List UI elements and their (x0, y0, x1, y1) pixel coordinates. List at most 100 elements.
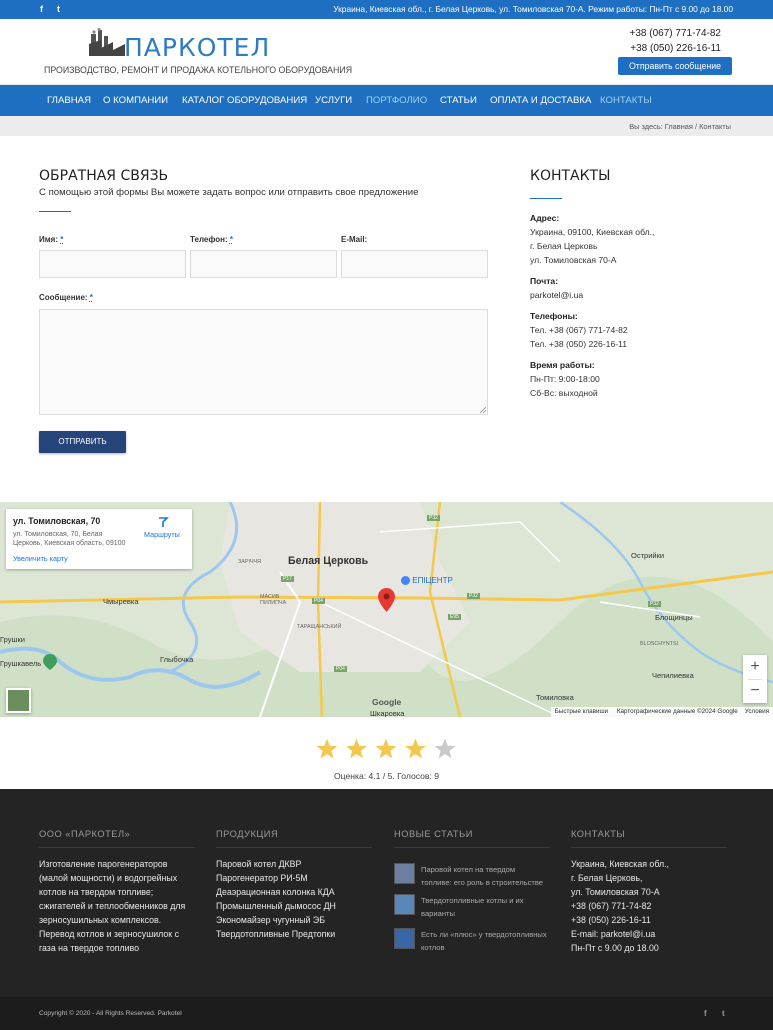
nav-item-about[interactable]: О КОМПАНИИ (103, 95, 168, 106)
directions-icon[interactable] (157, 516, 169, 528)
nav-item-services[interactable]: УСЛУГИ (315, 95, 352, 106)
nav-item-catalog[interactable]: КАТАЛОГ ОБОРУДОВАНИЯ (182, 95, 307, 106)
map-attribution: Быстрые клавиши Картографические данные … (550, 707, 773, 717)
factory-logo-icon[interactable] (89, 28, 125, 60)
mail-value[interactable]: parkotel@i.ua (530, 290, 583, 300)
footer-product-link[interactable]: Твердотопливные Предтопки (216, 927, 376, 941)
keyboard-shortcuts-link[interactable]: Быстрые клавиши (555, 708, 608, 715)
map-road-label: P04 (334, 666, 347, 672)
submit-button[interactable]: ОТПРАВИТЬ (39, 431, 126, 453)
logo-text[interactable]: ПАРКОТЕЛ (124, 33, 270, 62)
map-road-label: E95 (448, 614, 461, 620)
footer-email[interactable]: E-mail: parkotel@i.ua (571, 927, 731, 941)
footer-product-link[interactable]: Паровой котел ДКВР (216, 857, 376, 871)
star-icon[interactable] (405, 738, 426, 759)
twitter-icon[interactable]: t (57, 4, 60, 14)
contact-address: Адрес: Украина, 09100, Киевская обл., г.… (530, 211, 654, 267)
copyright: Copyright © 2020 - All Rights Reserved. … (39, 1010, 182, 1017)
map-poi-epicenter[interactable]: ЕПІЦЕНТР (401, 576, 453, 586)
footer-product-link[interactable]: Промышленный дымосос ДН (216, 899, 376, 913)
contact-phones: Телефоны: Тел. +38 (067) 771-74-82 Тел. … (530, 309, 628, 351)
form-subtitle: С помощью этой формы Вы можете задать во… (39, 187, 419, 198)
map-routes-link[interactable]: Маршруты (144, 530, 180, 539)
terms-link[interactable]: Условия (745, 708, 769, 715)
article-thumbnail[interactable] (394, 928, 415, 949)
logo-tagline: ПРОИЗВОДСТВО, РЕМОНТ И ПРОДАЖА КОТЕЛЬНОГ… (44, 65, 353, 75)
contact-mail: Почта: parkotel@i.ua (530, 274, 583, 302)
address-line: г. Белая Церковь (530, 241, 598, 251)
email-input[interactable] (341, 250, 488, 278)
send-message-button[interactable]: Отправить сообщение (618, 57, 732, 75)
contact-hours: Время работы: Пн-Пт: 9:00-18:00 Сб-Вс: в… (530, 358, 600, 400)
message-textarea[interactable] (39, 309, 488, 415)
footer-company-text: Изготовление парогенераторов (малой мощн… (39, 859, 186, 953)
phone-value[interactable]: Тел. +38 (067) 771-74-82 (530, 325, 628, 335)
nav-item-portfolio[interactable]: ПОРТФОЛИО (366, 95, 427, 106)
article-thumbnail[interactable] (394, 863, 415, 884)
map-district-label: BLOSCHYNTSI (640, 641, 679, 647)
star-rating-icon[interactable] (316, 737, 458, 761)
footer-company-title: ООО «ПАРКОТЕЛ» (39, 829, 131, 839)
footer-bottom-bar: Copyright © 2020 - All Rights Reserved. … (0, 997, 773, 1030)
header-phones: +38 (067) 771-74-82 +38 (050) 226-16-11 (630, 26, 721, 56)
nav-item-contacts[interactable]: КОНТАКТЫ (600, 95, 652, 106)
name-label: Имя: * (39, 235, 64, 244)
zoom-out-button[interactable]: − (743, 679, 767, 703)
star-icon[interactable] (316, 738, 338, 759)
phone-input[interactable] (190, 250, 337, 278)
rating-stars (316, 737, 458, 763)
facebook-icon[interactable]: f (40, 4, 43, 14)
breadcrumb[interactable]: Вы здесь: Главная / Контакты (629, 122, 731, 131)
map-village-label: Грушки (0, 635, 25, 644)
article-thumbnail[interactable] (394, 894, 415, 915)
topbar-address: Украина, Киевская обл., г. Белая Церковь… (333, 4, 733, 14)
main-nav: ГЛАВНАЯ О КОМПАНИИ КАТАЛОГ ОБОРУДОВАНИЯ … (0, 85, 773, 116)
phones-label: Телефоны: (530, 311, 578, 321)
footer-divider (39, 847, 195, 848)
satellite-toggle[interactable] (6, 688, 31, 713)
map-district-label: ТАРАЩАНСЬКИЙ (297, 624, 342, 630)
hours-value: Пн-Пт: 9:00-18:00 (530, 374, 600, 384)
footer-product-link[interactable]: Экономайзер чугунный ЭБ (216, 913, 376, 927)
resize-handle-icon[interactable] (480, 407, 486, 413)
form-title-divider (39, 211, 71, 212)
map-pin-icon[interactable] (378, 588, 395, 612)
facebook-icon[interactable]: f (704, 1009, 707, 1018)
form-title: ОБРАТНАЯ СВЯЗЬ (39, 168, 169, 184)
address-label: Адрес: (530, 213, 560, 223)
contacts-title-divider (530, 198, 562, 199)
map-data-credit: Картографические данные ©2024 Google (616, 708, 738, 715)
star-icon[interactable] (375, 738, 397, 759)
star-icon[interactable] (434, 738, 456, 759)
footer-phone[interactable]: +38 (050) 226-16-11 (571, 913, 731, 927)
phone-label: Телефон: * (190, 235, 233, 244)
footer-product-link[interactable]: Парогенератор РИ-5М (216, 871, 376, 885)
required-mark: * (89, 293, 93, 302)
name-input[interactable] (39, 250, 186, 278)
map-district-label: МАСИВ ПИЛИПЧА (260, 594, 287, 606)
map-zoom-controls: + − (743, 655, 767, 703)
map-village-label: Шкаровка (370, 709, 405, 717)
map-village-label: Томиловка (536, 693, 574, 702)
map-city-label: Белая Церковь (288, 555, 369, 567)
footer-articles-title: НОВЫЕ СТАТЬИ (394, 829, 473, 839)
header-phone-2[interactable]: +38 (050) 226-16-11 (630, 41, 721, 56)
phone-value[interactable]: Тел. +38 (050) 226-16-11 (530, 339, 627, 349)
google-map[interactable]: Белая Церковь ЗАРІЧЧЯ МАСИВ ПИЛИПЧА ТАРА… (0, 502, 773, 717)
zoom-in-button[interactable]: + (743, 655, 767, 679)
footer-phone[interactable]: +38 (067) 771-74-82 (571, 899, 731, 913)
map-enlarge-link[interactable]: Увеличить карту (13, 554, 68, 563)
article-title: Твердотопливные котлы и их варианты (421, 896, 524, 918)
nav-item-home[interactable]: ГЛАВНАЯ (47, 95, 91, 106)
footer-product-link[interactable]: Деаэрационная колонка КДА (216, 885, 376, 899)
hours-label: Время работы: (530, 360, 595, 370)
top-bar: f t Украина, Киевская обл., г. Белая Цер… (0, 0, 773, 19)
park-pin-icon[interactable] (43, 654, 57, 670)
nav-item-articles[interactable]: СТАТЬИ (440, 95, 477, 106)
header-phone-1[interactable]: +38 (067) 771-74-82 (630, 26, 721, 41)
twitter-icon[interactable]: t (722, 1009, 725, 1018)
nav-item-payment-delivery[interactable]: ОПЛАТА И ДОСТАВКА (490, 95, 591, 106)
star-icon[interactable] (346, 738, 367, 759)
map-road-label: P17 (281, 576, 294, 582)
footer-divider (571, 847, 727, 848)
